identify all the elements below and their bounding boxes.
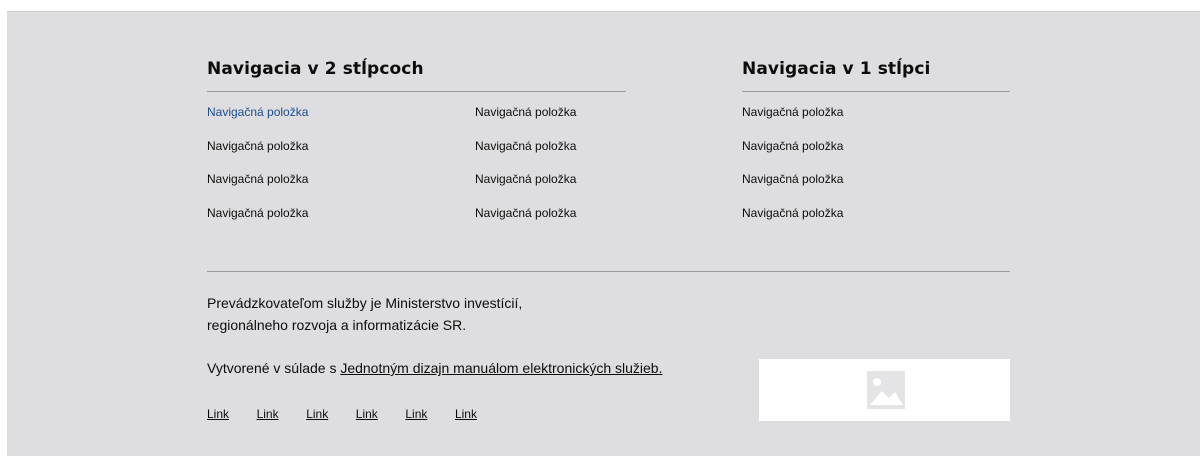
operator-info-line-2: regionálneho rozvoja a informatizácie SR… bbox=[207, 317, 467, 333]
design-manual-link[interactable]: Jednotným dizajn manuálom elektronických… bbox=[340, 360, 662, 376]
nav-item-label[interactable]: Navigačná položka bbox=[207, 105, 308, 119]
nav-item-label[interactable]: Navigačná položka bbox=[207, 206, 308, 220]
footer-link[interactable]: Link bbox=[405, 407, 455, 421]
built-with-prefix: Vytvorené v súlade s bbox=[207, 360, 341, 376]
nav-item-label[interactable]: Navigačná položka bbox=[742, 105, 843, 119]
nav-two-col-list-2: Navigačná položka Navigačná položka Navi… bbox=[475, 105, 576, 239]
nav-item-label[interactable]: Navigačná položka bbox=[742, 172, 843, 186]
footer-link[interactable]: Link bbox=[306, 407, 356, 421]
operator-info-line-1: Prevádzkovateľom služby je Ministerstvo … bbox=[207, 295, 523, 311]
nav-item[interactable]: Navigačná položka bbox=[207, 206, 308, 240]
nav-item[interactable]: Navigačná položka bbox=[207, 105, 308, 139]
nav-item-label[interactable]: Navigačná položka bbox=[207, 139, 308, 153]
nav-two-col-list-1: Navigačná položka Navigačná položka Navi… bbox=[207, 105, 308, 239]
nav-item-label[interactable]: Navigačná položka bbox=[207, 172, 308, 186]
nav-one-col-divider bbox=[742, 91, 1010, 92]
footer-divider bbox=[207, 271, 1010, 272]
nav-one-col-list: Navigačná položka Navigačná položka Navi… bbox=[742, 105, 843, 239]
nav-item[interactable]: Navigačná položka bbox=[742, 172, 843, 206]
nav-item[interactable]: Navigačná položka bbox=[207, 139, 308, 173]
nav-item[interactable]: Navigačná položka bbox=[475, 172, 576, 206]
nav-item-label[interactable]: Navigačná položka bbox=[742, 139, 843, 153]
nav-item[interactable]: Navigačná položka bbox=[475, 139, 576, 173]
footer: Navigacia v 2 stĺpcoch Navigačná položka… bbox=[7, 11, 1200, 456]
nav-one-col-title: Navigacia v 1 stĺpci bbox=[742, 59, 931, 79]
footer-links: Link Link Link Link Link Link bbox=[207, 407, 505, 421]
footer-link[interactable]: Link bbox=[207, 407, 257, 421]
nav-item[interactable]: Navigačná položka bbox=[475, 105, 576, 139]
nav-item-label[interactable]: Navigačná položka bbox=[742, 206, 843, 220]
image-placeholder-icon bbox=[867, 371, 905, 409]
operator-info: Prevádzkovateľom služby je Ministerstvo … bbox=[207, 292, 522, 336]
nav-item[interactable]: Navigačná položka bbox=[475, 206, 576, 240]
nav-two-col-divider bbox=[207, 91, 626, 92]
nav-two-col-title: Navigacia v 2 stĺpcoch bbox=[207, 59, 424, 79]
logo-placeholder bbox=[759, 359, 1010, 421]
footer-link[interactable]: Link bbox=[356, 407, 406, 421]
footer-link[interactable]: Link bbox=[455, 407, 505, 421]
nav-item[interactable]: Navigačná položka bbox=[742, 105, 843, 139]
nav-item[interactable]: Navigačná položka bbox=[742, 206, 843, 240]
nav-item-label[interactable]: Navigačná položka bbox=[475, 172, 576, 186]
nav-item-label[interactable]: Navigačná položka bbox=[475, 206, 576, 220]
nav-item-label[interactable]: Navigačná položka bbox=[475, 105, 576, 119]
built-with-text: Vytvorené v súlade s Jednotným dizajn ma… bbox=[207, 360, 663, 376]
nav-item-label[interactable]: Navigačná položka bbox=[475, 139, 576, 153]
nav-item[interactable]: Navigačná položka bbox=[742, 139, 843, 173]
nav-item[interactable]: Navigačná položka bbox=[207, 172, 308, 206]
footer-link[interactable]: Link bbox=[257, 407, 307, 421]
